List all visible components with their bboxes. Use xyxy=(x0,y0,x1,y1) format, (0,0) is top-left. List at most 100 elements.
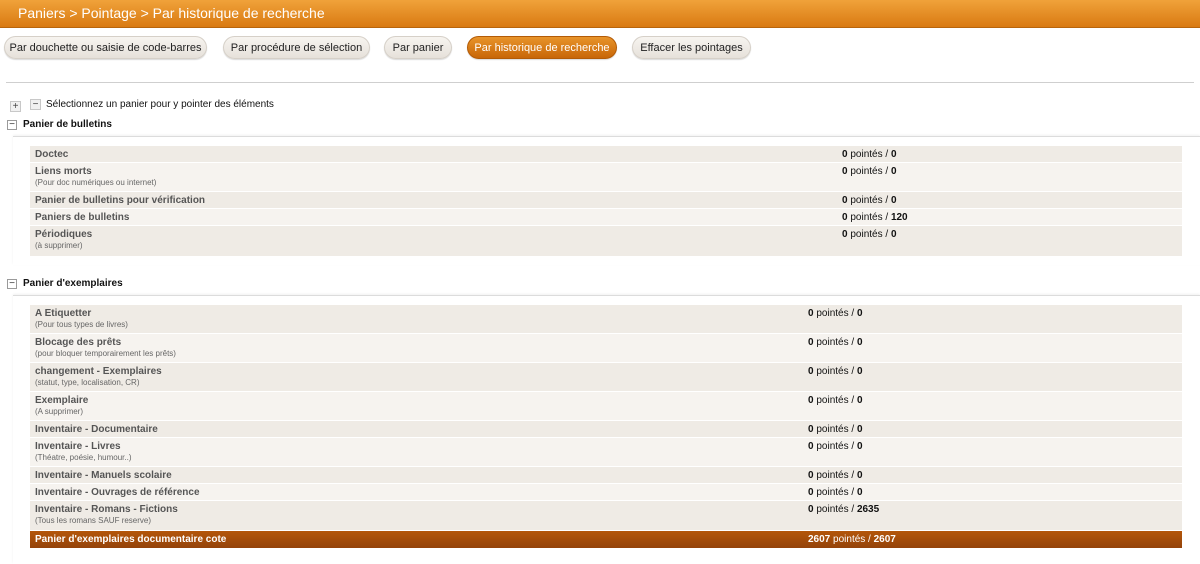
basket-name: Paniers de bulletins xyxy=(35,212,130,223)
basket-name: Doctec xyxy=(35,149,69,160)
total-count: 0 xyxy=(890,195,897,206)
section-title-exemplaires: Panier d'exemplaires xyxy=(23,278,123,289)
basket-name: Inventaire - Ouvrages de référence xyxy=(35,487,200,498)
total-count: 2635 xyxy=(856,504,880,515)
basket-count: 0 pointés / 0 xyxy=(808,441,863,452)
basket-description: (statut, type, localisation, CR) xyxy=(35,378,140,387)
basket-count: 0 pointés / 2635 xyxy=(808,504,879,515)
basket-name: Liens morts xyxy=(35,166,92,177)
count-separator: pointés / xyxy=(816,441,855,452)
basket-row[interactable]: A Etiquetter (Pour tous types de livres) 0… xyxy=(30,305,1182,333)
section-title-bulletins: Panier de bulletins xyxy=(23,119,112,130)
total-count: 0 xyxy=(856,441,863,452)
basket-count: 0 pointés / 0 xyxy=(808,395,863,406)
marked-count: 0 xyxy=(842,166,848,177)
basket-row[interactable]: Blocage des prêts (pour bloquer temporair… xyxy=(30,334,1182,362)
count-separator: pointés / xyxy=(816,504,855,515)
count-separator: pointés / xyxy=(816,487,855,498)
basket-count: 0 pointés / 0 xyxy=(842,166,897,177)
total-count: 0 xyxy=(890,166,897,177)
marked-count: 0 xyxy=(842,229,848,240)
count-separator: pointés / xyxy=(833,534,871,545)
count-separator: pointés / xyxy=(850,166,889,177)
basket-row[interactable]: Inventaire - Livres (Théatre, poésie, hum… xyxy=(30,438,1182,466)
collapse-section-exemplaires-icon[interactable]: − xyxy=(7,279,17,289)
total-count: 0 xyxy=(856,337,863,348)
marked-count: 0 xyxy=(808,308,814,319)
count-separator: pointés / xyxy=(816,308,855,319)
title-bar: Paniers > Pointage > Par historique de r… xyxy=(0,0,1200,28)
basket-row[interactable]: Périodiques (à supprimer) 0 pointés / 0 xyxy=(30,226,1182,256)
basket-description: (à supprimer) xyxy=(35,241,83,250)
basket-count: 0 pointés / 0 xyxy=(808,470,863,481)
basket-count: 0 pointés / 120 xyxy=(842,212,908,223)
tab-search-history[interactable]: Par historique de recherche xyxy=(467,36,617,59)
basket-count: 0 pointés / 0 xyxy=(842,149,897,160)
tab-barcode[interactable]: Par douchette ou saisie de code-barres xyxy=(4,36,207,59)
basket-row[interactable]: Inventaire - Romans - Fictions (Tous les … xyxy=(30,501,1182,530)
count-separator: pointés / xyxy=(850,195,889,206)
basket-count: 0 pointés / 0 xyxy=(842,229,897,240)
basket-name: Inventaire - Documentaire xyxy=(35,424,158,435)
basket-name: Exemplaire xyxy=(35,395,89,406)
tab-clear-marks[interactable]: Effacer les pointages xyxy=(632,36,751,59)
basket-name: Panier de bulletins pour vérification xyxy=(35,195,206,206)
basket-name: A Etiquetter xyxy=(35,308,92,319)
total-count: 0 xyxy=(890,149,897,160)
basket-row[interactable]: Inventaire - Manuels scolaire 0 pointés /… xyxy=(30,467,1182,483)
basket-count: 0 pointés / 0 xyxy=(842,195,897,206)
marked-count: 0 xyxy=(808,470,814,481)
count-separator: pointés / xyxy=(816,395,855,406)
total-count: 0 xyxy=(856,308,863,319)
divider xyxy=(6,82,1194,83)
basket-row[interactable]: Panier de bulletins pour vérification 0 p… xyxy=(30,192,1182,208)
marked-count: 0 xyxy=(842,149,848,160)
total-count: 0 xyxy=(890,229,897,240)
tab-by-basket[interactable]: Par panier xyxy=(384,36,452,59)
basket-row[interactable]: Liens morts (Pour doc numériques ou inter… xyxy=(30,163,1182,191)
total-count: 0 xyxy=(856,395,863,406)
instruction-text: Sélectionnez un panier pour y pointer de… xyxy=(46,99,274,110)
basket-row[interactable]: Inventaire - Documentaire 0 pointés / 0 xyxy=(30,421,1182,437)
marked-count: 2607 xyxy=(808,534,831,545)
total-count: 120 xyxy=(890,212,908,223)
basket-row[interactable]: Exemplaire (A supprimer) 0 pointés / 0 xyxy=(30,392,1182,420)
count-separator: pointés / xyxy=(816,424,855,435)
marked-count: 0 xyxy=(842,212,848,223)
basket-name: Périodiques xyxy=(35,229,93,240)
total-count: 0 xyxy=(856,470,863,481)
basket-name: Inventaire - Livres xyxy=(35,441,121,452)
basket-count: 0 pointés / 0 xyxy=(808,424,863,435)
basket-row[interactable]: Inventaire - Ouvrages de référence 0 poin… xyxy=(30,484,1182,500)
basket-description: (Pour doc numériques ou internet) xyxy=(35,178,157,187)
basket-description: (pour bloquer temporairement les prêts) xyxy=(35,349,176,358)
basket-row[interactable]: Panier d'exemplaires documentaire cote 26… xyxy=(30,531,1182,548)
basket-row[interactable]: Paniers de bulletins 0 pointés / 120 xyxy=(30,209,1182,225)
total-count: 2607 xyxy=(873,534,896,545)
marked-count: 0 xyxy=(808,337,814,348)
basket-count: 2607 pointés / 2607 xyxy=(808,534,896,545)
basket-count: 0 pointés / 0 xyxy=(808,366,863,377)
basket-name: Panier d'exemplaires documentaire cote xyxy=(35,534,227,545)
basket-name: Blocage des prêts xyxy=(35,337,122,348)
basket-description: (A supprimer) xyxy=(35,407,84,416)
basket-description: (Théatre, poésie, humour..) xyxy=(35,453,132,462)
basket-name: changement - Exemplaires xyxy=(35,366,162,377)
count-separator: pointés / xyxy=(850,229,889,240)
marked-count: 0 xyxy=(808,366,814,377)
basket-row[interactable]: Doctec 0 pointés / 0 xyxy=(30,146,1182,162)
basket-name: Inventaire - Romans - Fictions xyxy=(35,504,178,515)
count-separator: pointés / xyxy=(816,337,855,348)
tab-selection-procedure[interactable]: Par procédure de sélection xyxy=(223,36,370,59)
count-separator: pointés / xyxy=(816,366,855,377)
basket-row[interactable]: changement - Exemplaires (statut, type, l… xyxy=(30,363,1182,391)
expand-all-icon[interactable]: + xyxy=(10,101,21,112)
marked-count: 0 xyxy=(808,487,814,498)
basket-count: 0 pointés / 0 xyxy=(808,487,863,498)
basket-name: Inventaire - Manuels scolaire xyxy=(35,470,172,481)
count-separator: pointés / xyxy=(850,149,889,160)
collapse-section-bulletins-icon[interactable]: − xyxy=(7,120,17,130)
basket-count: 0 pointés / 0 xyxy=(808,308,863,319)
collapse-all-icon[interactable]: − xyxy=(30,99,41,110)
marked-count: 0 xyxy=(842,195,848,206)
